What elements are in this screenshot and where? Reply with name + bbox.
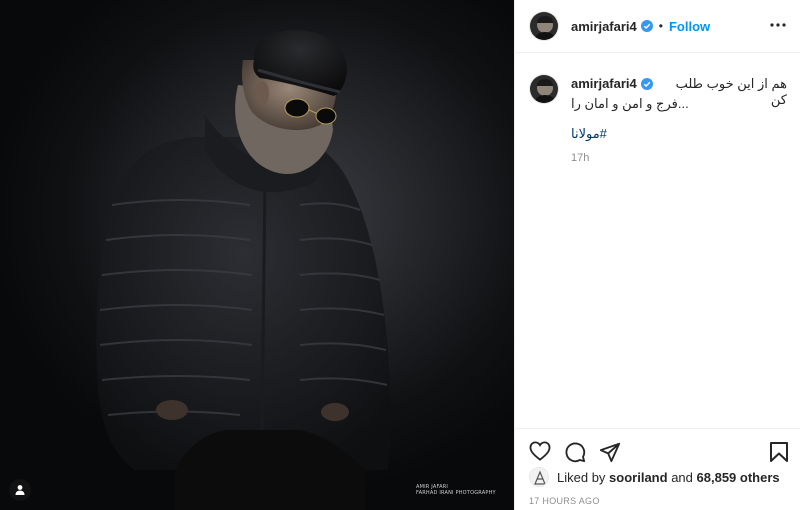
post-photo[interactable]: AMIR JAFARI FARHAD IRANI PHOTOGRAPHY (0, 0, 514, 510)
caption-line-2: فرج و امن و امان را... (571, 96, 689, 111)
instagram-post: AMIR JAFARI FARHAD IRANI PHOTOGRAPHY ami… (0, 0, 800, 510)
tag-user-button[interactable] (9, 479, 31, 501)
avatar-image (530, 12, 558, 40)
likes-count[interactable]: 68,859 others (697, 470, 780, 485)
liker-avatar[interactable] (529, 467, 549, 487)
verified-badge-icon (640, 20, 653, 32)
post-side-panel: amirjafari4 • Follow amirjafari4 هم از ا… (514, 0, 800, 510)
liker-username[interactable]: sooriland (609, 470, 668, 485)
heart-icon[interactable] (529, 441, 551, 466)
likes-summary: Liked by sooriland and 68,859 others (529, 467, 780, 487)
post-header: amirjafari4 • Follow (515, 0, 800, 53)
follow-button[interactable]: Follow (669, 19, 710, 34)
caption-hashtag[interactable]: #مولانا (571, 126, 607, 142)
likes-and: and (671, 469, 693, 485)
caption-timestamp: 17h (571, 152, 590, 164)
photo-credit: AMIR JAFARI FARHAD IRANI PHOTOGRAPHY (416, 484, 496, 496)
action-bar (515, 428, 800, 472)
caption-username[interactable]: amirjafari4 (571, 76, 637, 91)
share-icon[interactable] (599, 441, 621, 468)
verified-badge-icon (640, 77, 653, 90)
caption-header: amirjafari4 (571, 76, 653, 91)
caption-avatar[interactable] (529, 74, 559, 104)
more-options-icon[interactable] (769, 16, 787, 39)
portrait-figure (96, 30, 391, 510)
header-username[interactable]: amirjafari4 (571, 19, 637, 34)
header-avatar[interactable] (529, 11, 559, 41)
separator-dot: • (658, 19, 663, 33)
avatar-image (530, 75, 558, 103)
credit-line-studio: FARHAD IRANI PHOTOGRAPHY (416, 490, 496, 496)
post-timestamp: 17 HOURS AGO (529, 496, 600, 506)
comment-icon[interactable] (564, 441, 586, 468)
bookmark-icon[interactable] (769, 441, 789, 468)
user-tag-icon (15, 485, 25, 495)
likes-prefix: Liked by (557, 469, 606, 485)
